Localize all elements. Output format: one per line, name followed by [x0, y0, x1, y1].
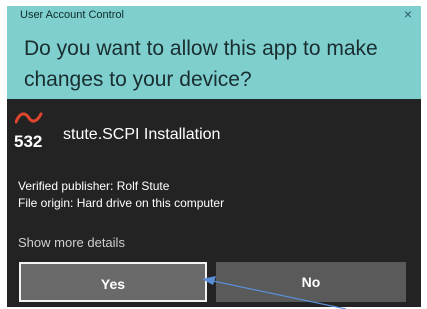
app-logo-number: 532	[14, 132, 43, 151]
show-more-details-link[interactable]: Show more details	[18, 235, 125, 250]
yes-button[interactable]: Yes	[19, 262, 207, 302]
dialog-question: Do you want to allow this app to make ch…	[24, 37, 378, 91]
logo-wave	[15, 112, 43, 124]
verified-publisher: Verified publisher: Rolf Stute	[18, 179, 170, 193]
close-icon[interactable]: ×	[401, 6, 415, 22]
app-logo-icon: 532	[14, 112, 54, 152]
file-origin: File origin: Hard drive on this computer	[18, 196, 225, 210]
no-button[interactable]: No	[216, 262, 406, 302]
dialog-title: User Account Control	[20, 9, 124, 21]
dialog-header: User Account Control × Do you want to al…	[7, 6, 421, 99]
app-name: stute.SCPI Installation	[63, 126, 221, 143]
